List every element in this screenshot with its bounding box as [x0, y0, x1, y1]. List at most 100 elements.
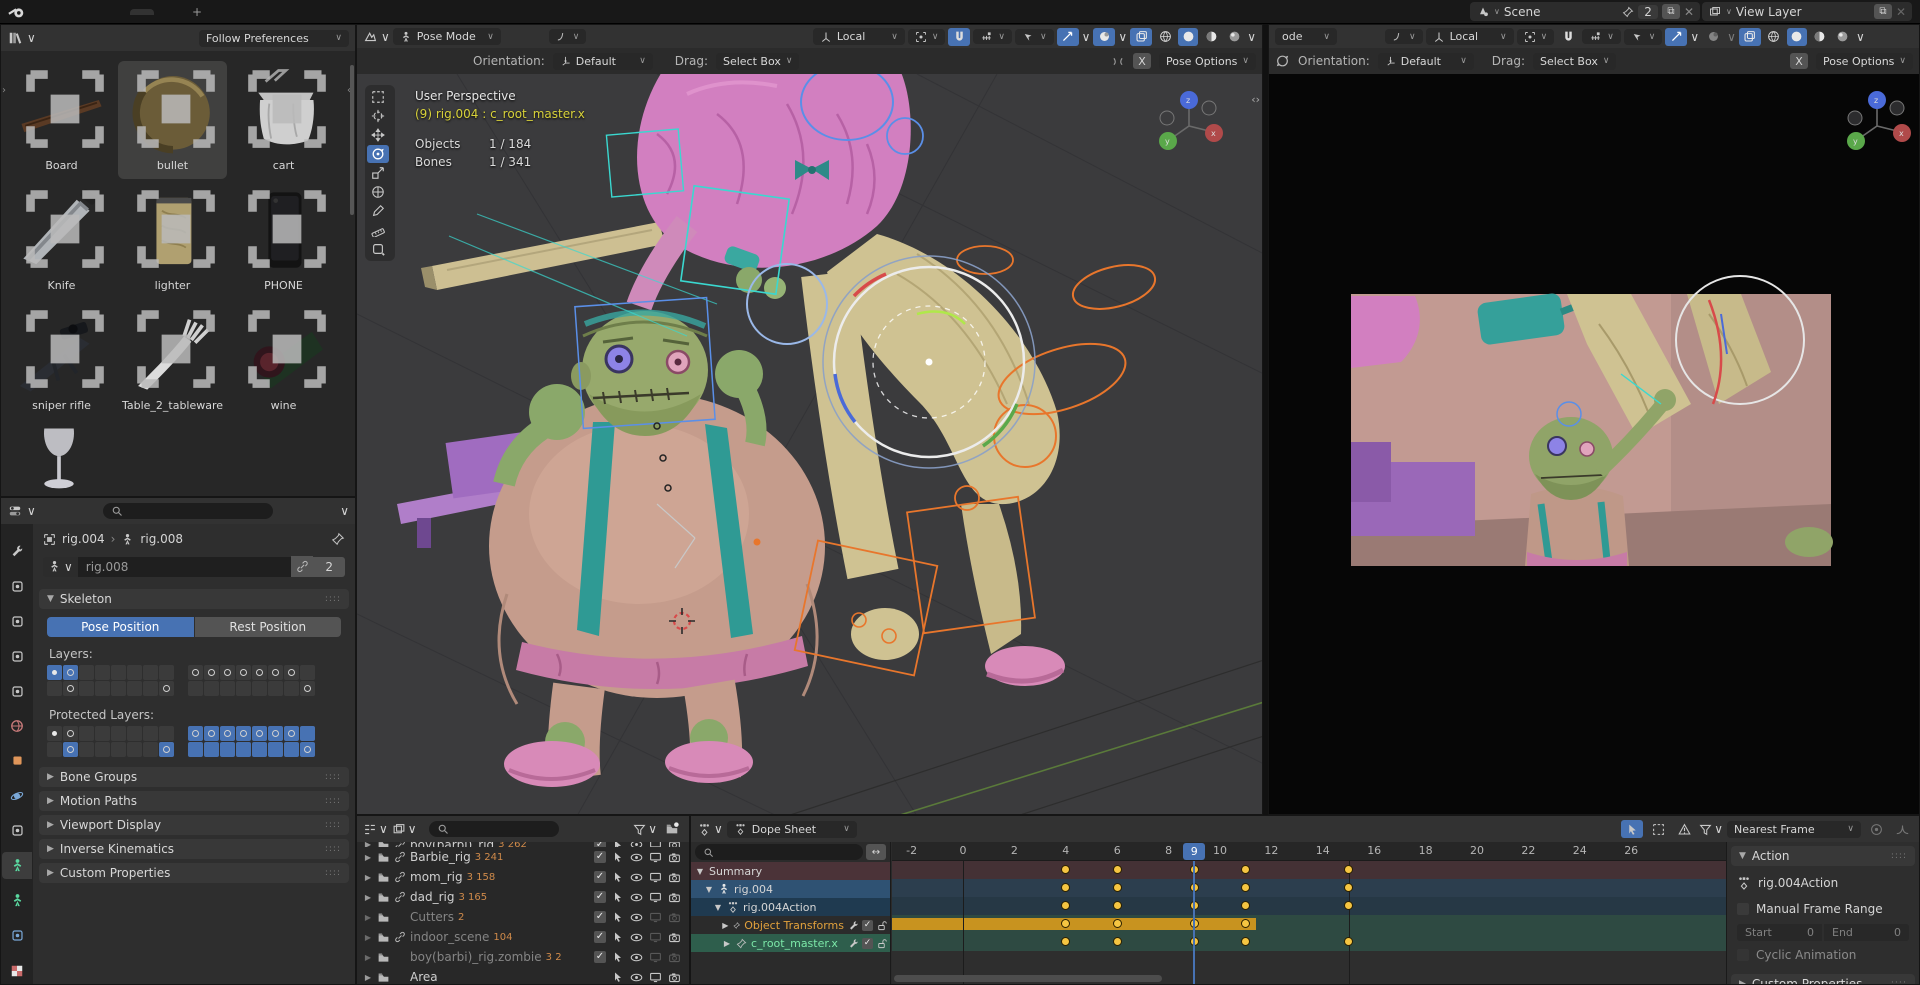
asset-item[interactable]: Board: [7, 61, 116, 179]
expand-icon[interactable]: ▶: [363, 842, 373, 847]
hide-eye-icon[interactable]: [630, 891, 643, 904]
dope-sheet-menu-item[interactable]: [861, 827, 875, 831]
collection-checkbox[interactable]: ✓: [594, 951, 606, 963]
breadcrumb-object[interactable]: rig.004: [62, 532, 105, 546]
outliner-row[interactable]: ▶ mom_rig 3 158 ✓: [357, 867, 689, 887]
keyframe-row[interactable]: [892, 933, 1726, 951]
layer-toggle[interactable]: [159, 665, 174, 680]
layer-toggle[interactable]: [300, 726, 315, 741]
render-disable-icon[interactable]: [668, 971, 681, 984]
layer-toggle[interactable]: [111, 665, 126, 680]
layer-toggle[interactable]: [188, 665, 203, 680]
panel-grip-icon[interactable]: ::::: [325, 772, 341, 782]
properties-tab-tool-icon[interactable]: [2, 538, 32, 565]
channel-expand-icon[interactable]: ▼: [695, 867, 705, 876]
outliner-item-name[interactable]: dad_rig: [410, 890, 454, 904]
dope-sheet-mode-dropdown[interactable]: Dope Sheet∨: [727, 821, 857, 838]
layer-toggle[interactable]: [111, 726, 126, 741]
action-name[interactable]: rig.004Action: [1758, 876, 1838, 890]
layer-toggle[interactable]: [111, 681, 126, 696]
channel-name[interactable]: Summary: [709, 865, 762, 878]
layer-toggle[interactable]: [284, 742, 299, 757]
selectable-icon[interactable]: [612, 971, 624, 983]
outliner-filter-dropdown[interactable]: ∨: [633, 822, 657, 836]
channel-row[interactable]: ▼ rig.004Action ✓: [691, 898, 890, 916]
region-expand-left-icon[interactable]: ›: [2, 85, 6, 96]
layer-toggle[interactable]: [284, 665, 299, 680]
channel-expand-icon[interactable]: ▼: [704, 885, 714, 894]
chevron-down-icon[interactable]: ∨: [1494, 7, 1500, 16]
layer-toggle[interactable]: [63, 742, 78, 757]
layer-toggle[interactable]: [284, 681, 299, 696]
layer-toggle[interactable]: [63, 681, 78, 696]
selectable-icon[interactable]: [612, 891, 624, 903]
action-range-bar[interactable]: [892, 918, 1256, 930]
layer-toggle[interactable]: [143, 665, 158, 680]
gizmo-toggle[interactable]: [1057, 28, 1079, 46]
layer-toggle[interactable]: [268, 665, 283, 680]
pin-icon[interactable]: [1622, 6, 1634, 18]
asset-partial-item[interactable]: [11, 423, 111, 495]
view-layer-name[interactable]: View Layer: [1736, 5, 1870, 19]
pose-options-dropdown[interactable]: Pose Options∨: [1816, 53, 1913, 70]
keyframe[interactable]: [1344, 901, 1353, 910]
panel-grip-icon[interactable]: ::::: [1891, 979, 1907, 985]
pivot-point-dropdown[interactable]: ∨: [908, 29, 946, 45]
hide-eye-icon[interactable]: [630, 871, 643, 884]
panel-grip-icon[interactable]: ::::: [325, 594, 341, 604]
viewport-menu-item[interactable]: [518, 35, 532, 39]
layer-toggle[interactable]: [300, 681, 315, 696]
frame-start-field[interactable]: Start0: [1737, 924, 1822, 941]
pin-icon[interactable]: [733, 920, 740, 931]
keyframe-row[interactable]: [892, 879, 1726, 897]
properties-tab-world-icon[interactable]: [2, 713, 32, 740]
outliner-search-input[interactable]: [429, 821, 559, 837]
tool-measure[interactable]: [367, 221, 389, 239]
shading-material-button[interactable]: [1201, 28, 1221, 46]
layer-toggle[interactable]: [127, 742, 142, 757]
viewport-editor-icon[interactable]: [363, 30, 378, 43]
lock-open-icon[interactable]: [876, 938, 887, 949]
viewport-disable-icon[interactable]: [649, 871, 662, 884]
panel-grip-icon[interactable]: ::::: [1891, 851, 1907, 861]
add-workspace-button[interactable]: +: [180, 2, 214, 22]
tool-annotate[interactable]: [367, 202, 389, 220]
outliner-filter-collection-dropdown[interactable]: ∨: [392, 822, 417, 836]
expand-icon[interactable]: ▶: [363, 853, 373, 862]
tool-cursor[interactable]: [367, 107, 389, 125]
layer-toggle[interactable]: [143, 681, 158, 696]
render-disable-icon[interactable]: [668, 851, 681, 864]
layer-toggle[interactable]: [268, 681, 283, 696]
channel-enable-checkbox[interactable]: ✓: [862, 920, 873, 931]
tool-move[interactable]: [367, 126, 389, 144]
topbar-menu-item[interactable]: [84, 10, 98, 14]
keyframe-area[interactable]: -202468101214161820222426 9: [892, 842, 1726, 984]
keyframe[interactable]: [1344, 865, 1353, 874]
view-layer-remove-button[interactable]: ✕: [1896, 5, 1906, 19]
mode-dropdown[interactable]: Pose Mode∨: [393, 28, 501, 45]
frame-ruler[interactable]: -202468101214161820222426: [892, 842, 1726, 861]
layer-toggle[interactable]: [220, 665, 235, 680]
modifiers-icon[interactable]: [848, 920, 859, 931]
layer-toggle[interactable]: [252, 742, 267, 757]
topbar-menu-item[interactable]: [56, 10, 70, 14]
asset-item[interactable]: lighter: [118, 181, 227, 299]
properties-options-chevron-icon[interactable]: ∨: [340, 504, 349, 518]
layer-toggle[interactable]: [95, 681, 110, 696]
channel-expand-icon[interactable]: ▶: [722, 921, 729, 930]
outliner-item-name[interactable]: indoor_scene: [410, 930, 489, 944]
collapsed-panel-header[interactable]: ▶ Inverse Kinematics ::::: [39, 839, 349, 859]
outliner-row[interactable]: ▶ Cutters 2 ✓: [357, 907, 689, 927]
expand-icon[interactable]: ▶: [363, 953, 373, 962]
dope-sheet-editor-icon[interactable]: ∨: [697, 822, 723, 836]
asset-item[interactable]: sniper rifle: [7, 301, 116, 419]
overlays-toggle[interactable]: [1702, 28, 1724, 46]
layer-toggle[interactable]: [79, 665, 94, 680]
xray-toggle[interactable]: [1739, 28, 1761, 46]
expand-icon[interactable]: ▶: [363, 893, 373, 902]
layer-toggle[interactable]: [236, 665, 251, 680]
shading-wireframe-button[interactable]: [1155, 28, 1175, 46]
shading-rendered-button[interactable]: [1833, 28, 1853, 46]
layer-toggle[interactable]: [159, 681, 174, 696]
keyframe[interactable]: [1113, 865, 1122, 874]
